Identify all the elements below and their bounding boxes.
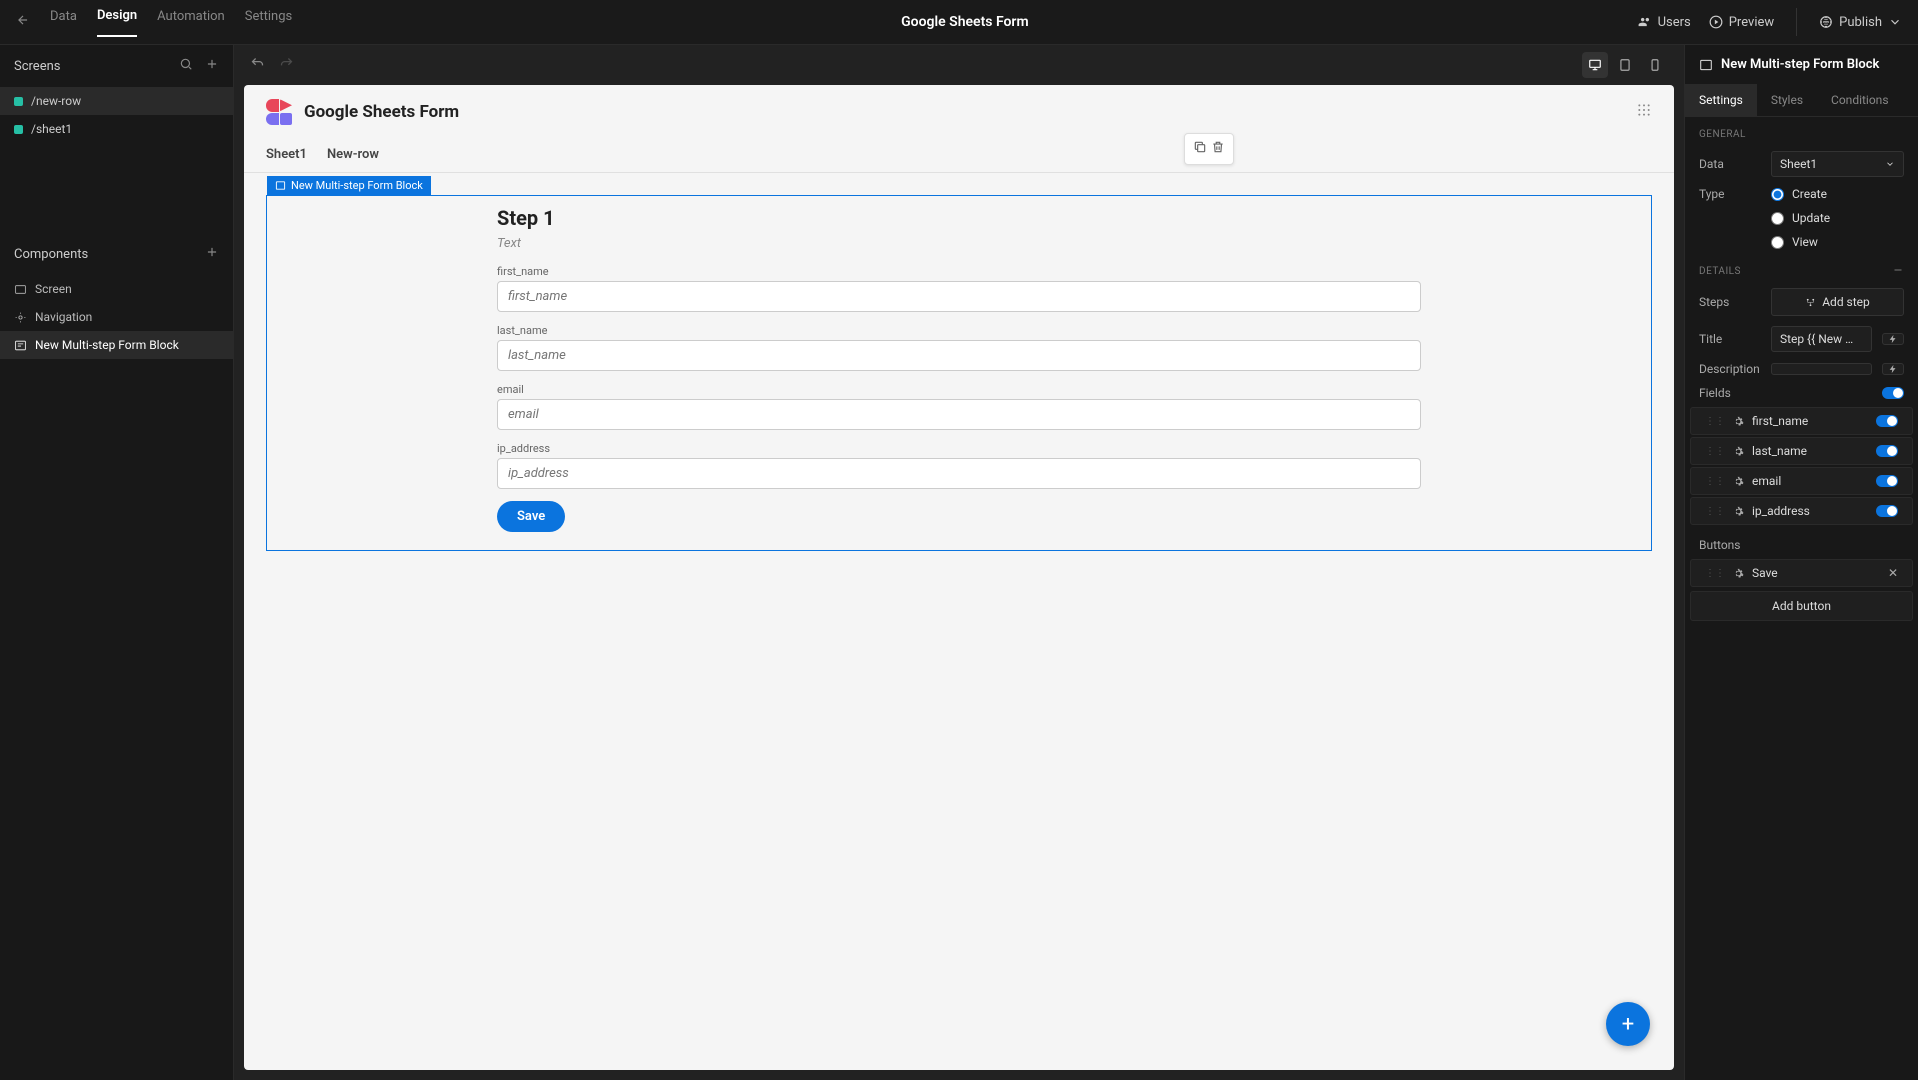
field-toggle[interactable] bbox=[1876, 475, 1898, 487]
desc-bolt-icon[interactable] bbox=[1882, 363, 1904, 375]
email-input[interactable] bbox=[497, 399, 1421, 430]
search-icon[interactable] bbox=[179, 57, 193, 75]
add-step-button[interactable]: Add step bbox=[1771, 288, 1904, 316]
field-label: ip_address bbox=[497, 442, 1421, 455]
canvas-tab-sheet1[interactable]: Sheet1 bbox=[266, 147, 307, 172]
steps-label: Steps bbox=[1699, 295, 1761, 309]
field-toggle[interactable] bbox=[1876, 415, 1898, 427]
add-component-icon[interactable] bbox=[205, 245, 219, 263]
desc-label: Description bbox=[1699, 362, 1761, 376]
field-row-ip-address[interactable]: ⋮⋮ip_address bbox=[1690, 497, 1913, 525]
title-label: Title bbox=[1699, 332, 1761, 346]
block-actions bbox=[1184, 133, 1234, 165]
add-screen-icon[interactable] bbox=[205, 57, 219, 75]
buttons-label: Buttons bbox=[1699, 538, 1741, 552]
section-general: GENERAL bbox=[1685, 117, 1918, 146]
data-select[interactable]: Sheet1 bbox=[1771, 151, 1904, 177]
remove-button-icon[interactable]: ✕ bbox=[1888, 566, 1898, 580]
screen-item-sheet1[interactable]: /sheet1 bbox=[0, 115, 233, 143]
redo-icon[interactable] bbox=[279, 56, 294, 75]
title-input[interactable]: Step {{ New Multi-s… bbox=[1771, 326, 1872, 352]
field-row-email[interactable]: ⋮⋮email bbox=[1690, 467, 1913, 495]
center-panel: Google Sheets Form Sheet1 New-row New Mu… bbox=[234, 45, 1684, 1080]
apps-grid-icon[interactable] bbox=[1636, 102, 1652, 122]
screen-item-new-row[interactable]: /new-row bbox=[0, 87, 233, 115]
collapse-icon[interactable] bbox=[1892, 264, 1904, 279]
type-update[interactable]: Update bbox=[1771, 211, 1830, 225]
tab-settings[interactable]: Settings bbox=[245, 9, 292, 36]
add-fab[interactable]: + bbox=[1606, 1002, 1650, 1046]
desc-input[interactable] bbox=[1771, 363, 1872, 375]
device-desktop-icon[interactable] bbox=[1582, 52, 1608, 78]
save-button[interactable]: Save bbox=[497, 501, 565, 532]
field-toggle[interactable] bbox=[1876, 445, 1898, 457]
field-row-last-name[interactable]: ⋮⋮last_name bbox=[1690, 437, 1913, 465]
first-name-input[interactable] bbox=[497, 281, 1421, 312]
device-tablet-icon[interactable] bbox=[1612, 52, 1638, 78]
app-title: Google Sheets Form bbox=[292, 14, 1637, 30]
step-desc: Text bbox=[497, 236, 1421, 251]
panel-tab-settings[interactable]: Settings bbox=[1685, 84, 1757, 116]
title-bolt-icon[interactable] bbox=[1882, 333, 1904, 345]
section-details: DETAILS bbox=[1699, 266, 1741, 277]
add-button[interactable]: Add button bbox=[1690, 591, 1913, 621]
brand-title: Google Sheets Form bbox=[304, 102, 459, 122]
button-row-save[interactable]: ⋮⋮Save✕ bbox=[1690, 559, 1913, 587]
ip-address-input[interactable] bbox=[497, 458, 1421, 489]
publish-button[interactable]: Publish bbox=[1819, 15, 1902, 30]
field-row-first-name[interactable]: ⋮⋮first_name bbox=[1690, 407, 1913, 435]
block-label: New Multi-step Form Block bbox=[267, 176, 431, 195]
field-label: last_name bbox=[497, 324, 1421, 337]
canvas[interactable]: Google Sheets Form Sheet1 New-row New Mu… bbox=[244, 85, 1674, 1070]
type-create[interactable]: Create bbox=[1771, 187, 1827, 201]
right-panel: New Multi-step Form Block Settings Style… bbox=[1684, 45, 1918, 1080]
topbar: Data Design Automation Settings Google S… bbox=[0, 0, 1918, 45]
tab-data[interactable]: Data bbox=[50, 9, 77, 36]
type-label: Type bbox=[1699, 187, 1761, 201]
component-screen[interactable]: Screen bbox=[0, 275, 233, 303]
delete-icon[interactable] bbox=[1211, 140, 1225, 158]
field-label: email bbox=[497, 383, 1421, 396]
preview-button[interactable]: Preview bbox=[1709, 15, 1774, 30]
selection-header: New Multi-step Form Block bbox=[1685, 45, 1918, 84]
component-navigation[interactable]: Navigation bbox=[0, 303, 233, 331]
last-name-input[interactable] bbox=[497, 340, 1421, 371]
panel-tab-conditions[interactable]: Conditions bbox=[1817, 84, 1902, 116]
screens-header: Screens bbox=[0, 45, 233, 87]
field-label: first_name bbox=[497, 265, 1421, 278]
left-panel: Screens /new-row /sheet1 Components Scre… bbox=[0, 45, 234, 1080]
components-header: Components bbox=[0, 233, 233, 275]
data-label: Data bbox=[1699, 157, 1761, 171]
brand-logo bbox=[266, 99, 292, 125]
tab-design[interactable]: Design bbox=[97, 8, 137, 37]
duplicate-icon[interactable] bbox=[1193, 140, 1207, 158]
component-form-block[interactable]: New Multi-step Form Block bbox=[0, 331, 233, 359]
fields-toggle[interactable] bbox=[1882, 387, 1904, 399]
fields-label: Fields bbox=[1699, 386, 1731, 400]
panel-tab-styles[interactable]: Styles bbox=[1757, 84, 1817, 116]
back-icon[interactable] bbox=[16, 13, 30, 31]
type-view[interactable]: View bbox=[1771, 235, 1818, 249]
device-mobile-icon[interactable] bbox=[1642, 52, 1668, 78]
field-toggle[interactable] bbox=[1876, 505, 1898, 517]
step-title: Step 1 bbox=[497, 206, 1421, 230]
canvas-tab-new-row[interactable]: New-row bbox=[327, 147, 379, 172]
divider bbox=[1796, 8, 1797, 36]
users-button[interactable]: Users bbox=[1638, 15, 1691, 30]
form-block[interactable]: New Multi-step Form Block Step 1 Text fi… bbox=[266, 195, 1652, 551]
tab-automation[interactable]: Automation bbox=[157, 9, 225, 36]
undo-icon[interactable] bbox=[250, 56, 265, 75]
